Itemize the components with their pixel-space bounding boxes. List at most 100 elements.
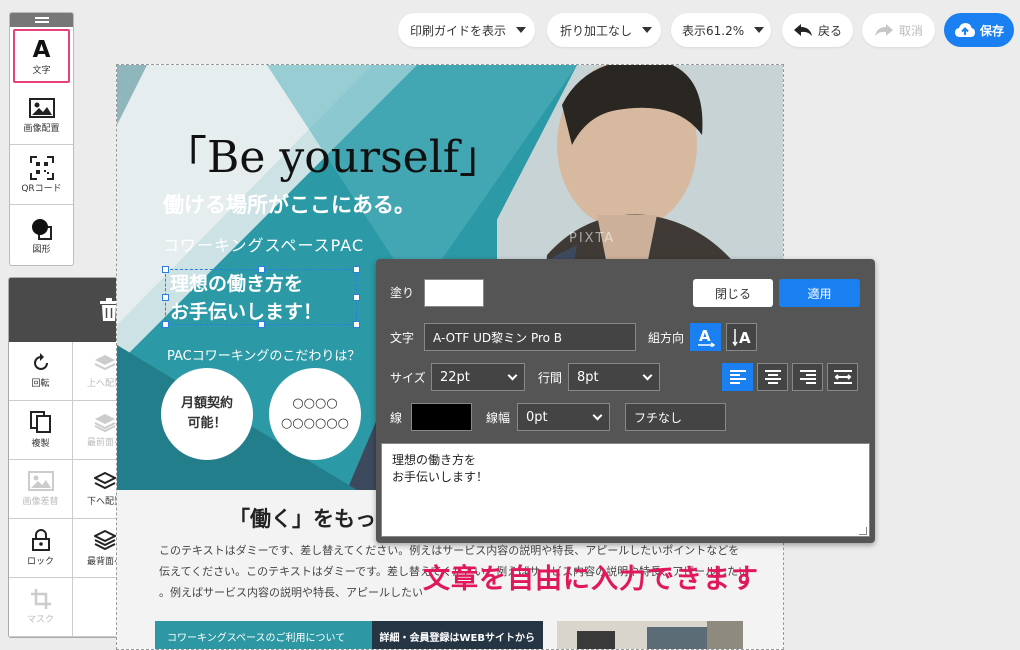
- selected-text[interactable]: 理想の働き方を お手伝いします！: [170, 270, 322, 326]
- leading-select[interactable]: 8pt: [568, 363, 660, 391]
- direction-label: 組方向: [648, 331, 685, 345]
- resize-handle[interactable]: [353, 294, 360, 301]
- horizontal-text-button[interactable]: A: [690, 323, 721, 351]
- justify-button[interactable]: [827, 363, 858, 391]
- chevron-down-icon: [592, 410, 603, 420]
- photo-watermark: PIXTA: [569, 231, 616, 246]
- image-icon: [28, 95, 55, 121]
- text-property-dialog: 塗り 閉じる 適用 文字 A-OTF UD黎ミン Pro B 組方向 A A サ…: [376, 259, 875, 543]
- duplicate-icon: [29, 411, 51, 433]
- layer-down-icon: [94, 471, 116, 490]
- cancel-button[interactable]: 取消: [862, 13, 935, 47]
- flyer-commitment[interactable]: PACコワーキングのこだわりは？: [167, 345, 360, 364]
- tool-image[interactable]: 画像配置: [10, 85, 73, 145]
- info-bar[interactable]: コワーキングスペースのご利用について 詳細・会員登録はWEBサイトから: [155, 621, 543, 649]
- shape-icon: [30, 216, 54, 242]
- svg-text:A: A: [739, 329, 751, 347]
- justify-icon: [833, 370, 852, 384]
- image-replace-button[interactable]: 画像差替: [9, 460, 73, 519]
- print-guide-label: 印刷ガイドを表示: [410, 23, 507, 38]
- close-button[interactable]: 閉じる: [693, 279, 773, 307]
- align-right-button[interactable]: [792, 363, 823, 391]
- duplicate-button[interactable]: 複製: [9, 401, 73, 460]
- size-select[interactable]: 22pt: [431, 363, 525, 391]
- align-center-button[interactable]: [757, 363, 788, 391]
- mask-label: マスク: [26, 615, 54, 625]
- align-center-icon: [764, 370, 781, 384]
- chevron-down-icon: [516, 27, 527, 33]
- stroke-label: 線: [390, 411, 403, 425]
- size-label: サイズ: [390, 371, 426, 385]
- stroke-width-select[interactable]: 0pt: [517, 403, 610, 431]
- info-bar-left: コワーキングスペースのご利用について: [167, 632, 346, 644]
- resize-handle[interactable]: [353, 321, 360, 328]
- lock-button[interactable]: ロック: [9, 519, 73, 578]
- feature-circle[interactable]: ○○○○ ○○○○○○: [269, 368, 361, 460]
- tool-label: 図形: [32, 244, 51, 255]
- back-button[interactable]: 戻る: [782, 13, 853, 47]
- textarea-resize-icon[interactable]: [859, 527, 867, 535]
- tool-shape[interactable]: 図形: [10, 205, 73, 265]
- undo-arrow-icon: [794, 24, 812, 36]
- chevron-down-icon: [642, 27, 653, 33]
- align-left-icon: [729, 370, 746, 384]
- svg-text:A: A: [699, 327, 711, 345]
- resize-handle[interactable]: [162, 266, 169, 273]
- font-field[interactable]: A-OTF UD黎ミン Pro B: [424, 323, 636, 351]
- zoom-label: 表示61.2%: [682, 23, 745, 38]
- stroke-width-value: 0pt: [526, 409, 548, 425]
- tool-qr-code[interactable]: QRコード: [10, 145, 73, 205]
- image-replace-label: 画像差替: [22, 497, 59, 507]
- info-bar-right: 詳細・会員登録はWEBサイトから: [371, 621, 543, 649]
- image-replace-icon: [27, 471, 54, 491]
- leading-value: 8pt: [577, 369, 599, 385]
- resize-handle[interactable]: [162, 294, 169, 301]
- apply-button[interactable]: 適用: [779, 279, 860, 307]
- rotate-icon: [33, 353, 48, 370]
- layer-back-icon: [94, 529, 116, 551]
- layer-front-icon: [94, 414, 116, 432]
- fold-dropdown[interactable]: 折り加工なし: [547, 13, 661, 47]
- stroke-color-swatch[interactable]: [411, 403, 472, 431]
- resize-handle[interactable]: [258, 321, 265, 328]
- selected-text-box[interactable]: 理想の働き方を お手伝いします！: [162, 266, 360, 328]
- panel-grip-handle[interactable]: [10, 13, 73, 27]
- lock-label: ロック: [26, 557, 54, 567]
- cancel-label: 取消: [899, 23, 924, 38]
- fold-label: 折り加工なし: [560, 23, 633, 38]
- vertical-text-button[interactable]: A: [726, 323, 757, 351]
- chevron-down-icon: [507, 370, 518, 380]
- stroke-width-label: 線幅: [486, 411, 511, 425]
- save-button[interactable]: 保存: [944, 13, 1014, 47]
- crop-icon: [30, 589, 51, 609]
- flyer-brand[interactable]: コワーキングスペースPAC: [163, 232, 364, 256]
- cloud-upload-icon: [954, 23, 975, 37]
- mask-button[interactable]: マスク: [9, 578, 73, 637]
- text-content-textarea[interactable]: 理想の働き方を お手伝いします！: [381, 443, 870, 537]
- tool-label: 画像配置: [23, 124, 60, 134]
- flyer-title[interactable]: 「Be yourself」: [163, 121, 503, 185]
- print-guide-dropdown[interactable]: 印刷ガイドを表示: [398, 13, 535, 47]
- feature-circle[interactable]: 月額契約 可能！: [161, 368, 253, 460]
- office-photo[interactable]: [557, 621, 743, 649]
- section-title[interactable]: 「働く」をもっ: [229, 503, 376, 533]
- vertical-text-icon: A: [731, 329, 751, 347]
- fill-color-swatch[interactable]: [424, 279, 484, 307]
- qr-code-icon: [29, 155, 54, 181]
- border-style-field[interactable]: フチなし: [625, 403, 726, 431]
- tool-text[interactable]: A 文字: [13, 29, 70, 83]
- chevron-down-icon: [754, 27, 765, 33]
- rotate-button[interactable]: 回転: [9, 342, 73, 401]
- resize-handle[interactable]: [258, 266, 265, 273]
- save-label: 保存: [979, 23, 1004, 38]
- horizontal-text-icon: A: [697, 327, 715, 347]
- rotate-label: 回転: [31, 379, 50, 389]
- align-left-button[interactable]: [722, 363, 753, 391]
- resize-handle[interactable]: [353, 266, 360, 273]
- redo-arrow-icon: [875, 24, 893, 36]
- tool-label: QRコード: [21, 184, 62, 194]
- zoom-dropdown[interactable]: 表示61.2%: [671, 13, 771, 47]
- flyer-subtitle[interactable]: 働ける場所がここにある。: [163, 189, 415, 219]
- layer-up-icon: [94, 355, 116, 371]
- resize-handle[interactable]: [162, 321, 169, 328]
